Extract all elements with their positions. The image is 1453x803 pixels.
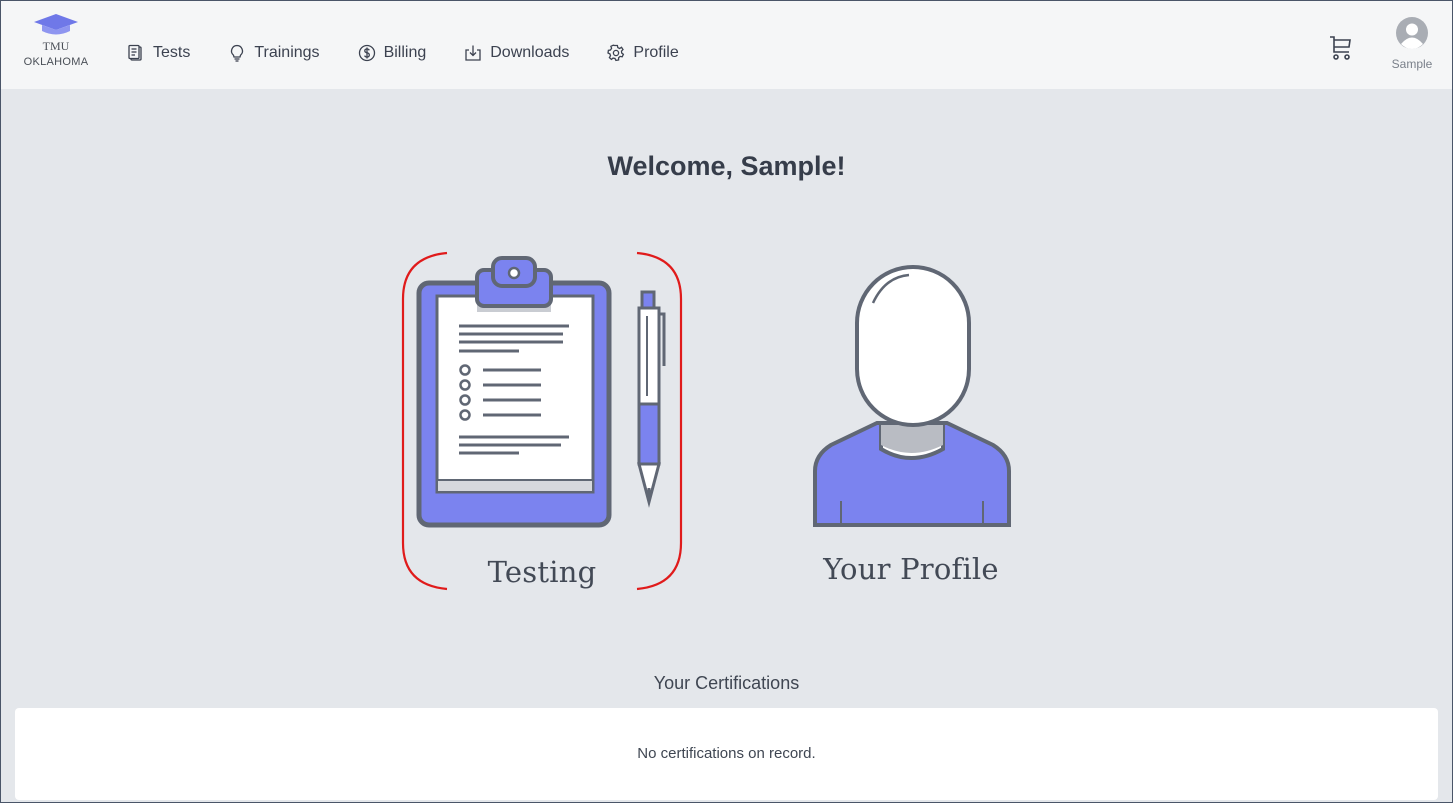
clipboard-icon [128, 44, 142, 61]
cart-button[interactable] [1329, 35, 1353, 66]
certifications-title: Your Certifications [653, 673, 800, 693]
nav-trainings[interactable]: Trainings [228, 41, 320, 65]
app-window: TMU OKLAHOMA Tests Trainings Billing Dow… [0, 0, 1453, 803]
graduation-cap-icon [34, 14, 78, 35]
certifications-empty-message: No certifications on record. [637, 745, 816, 762]
nav-profile[interactable]: Profile [607, 41, 679, 65]
avatar-icon [1396, 17, 1428, 49]
nav-trainings-label: Trainings [254, 44, 320, 61]
download-icon [465, 45, 481, 61]
cart-icon [1330, 36, 1351, 60]
gear-icon [607, 44, 625, 62]
user-name: Sample [1391, 57, 1433, 71]
lightbulb-icon [231, 44, 244, 62]
nav-downloads[interactable]: Downloads [464, 41, 569, 65]
person-illustration [813, 265, 1011, 527]
nav-tests[interactable]: Tests [127, 41, 190, 65]
top-navbar: TMU OKLAHOMA Tests Trainings Billing Dow… [1, 1, 1452, 89]
brand-name: TMU [42, 39, 70, 53]
certifications-panel: No certifications on record. [15, 708, 1438, 800]
brand-subtitle: OKLAHOMA [23, 56, 89, 68]
user-menu[interactable]: Sample [1387, 17, 1437, 71]
testing-label: Testing [487, 555, 597, 589]
brand-logo[interactable]: TMU OKLAHOMA [18, 13, 94, 81]
nav-downloads-label: Downloads [490, 44, 570, 61]
nav-billing[interactable]: Billing [358, 41, 427, 65]
nav-billing-label: Billing [383, 44, 427, 61]
main-nav: Tests Trainings Billing Downloads Profil… [127, 41, 717, 65]
profile-card[interactable]: Your Profile [801, 263, 1021, 591]
dollar-circle-icon [358, 44, 375, 62]
clipboard-illustration [416, 256, 666, 528]
profile-label: Your Profile [823, 552, 999, 586]
nav-tests-label: Tests [153, 44, 191, 61]
welcome-heading: Welcome, Sample! [607, 151, 846, 181]
testing-card[interactable]: Testing [411, 256, 673, 591]
nav-profile-label: Profile [633, 44, 679, 61]
